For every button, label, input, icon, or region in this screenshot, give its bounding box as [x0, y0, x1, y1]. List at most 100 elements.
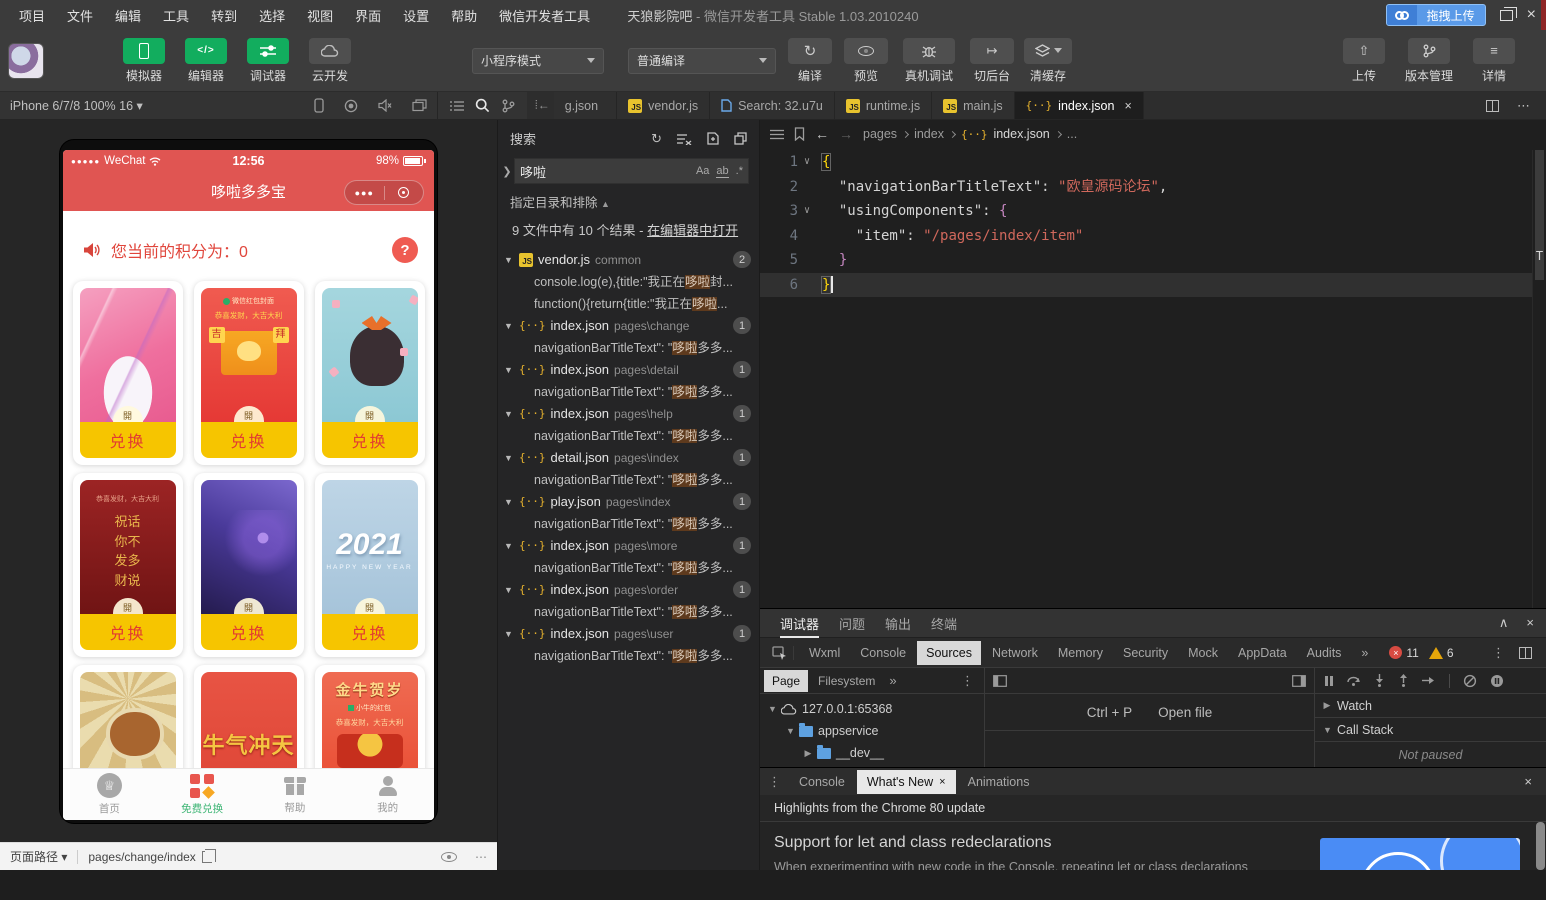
more-icon[interactable]: ⋯ [475, 850, 487, 864]
tree-item-dev[interactable]: ▶ __dev__ [760, 742, 984, 764]
fold-icon[interactable]: ∨ [804, 199, 822, 224]
close-panel-icon[interactable]: × [1526, 615, 1534, 631]
record-icon[interactable] [344, 99, 358, 113]
drawer-tab-console[interactable]: Console [789, 770, 855, 794]
remote-debug-button[interactable]: 真机调试 [898, 37, 960, 84]
tab-help[interactable]: 帮助 [249, 769, 342, 820]
call-stack-section[interactable]: ▼ Call Stack [1315, 718, 1546, 742]
result-match-line[interactable]: navigationBarTitleText": "哆啦多多... [498, 645, 759, 667]
step-out-icon[interactable] [1398, 674, 1409, 687]
result-file-row[interactable]: ▼ {··} index.json pages\change 1 [498, 315, 759, 337]
capsule-close-icon[interactable] [385, 187, 424, 198]
copy-icon[interactable] [201, 848, 216, 863]
window-close-button[interactable]: × [1527, 7, 1536, 23]
upload-button[interactable]: ⇧ 上传 [1340, 37, 1388, 84]
cover-card[interactable]: 開 兑换 [72, 281, 183, 465]
clear-results-icon[interactable] [677, 133, 692, 145]
match-case-toggle[interactable]: Aa [696, 165, 709, 177]
close-tab-icon[interactable]: × [939, 776, 945, 788]
result-match-line[interactable]: console.log(e),{title:"我正在哆啦封... [498, 271, 759, 293]
breadcrumb-index[interactable]: index [914, 127, 944, 141]
open-file-label[interactable]: Open file [1158, 705, 1212, 720]
devtools-menu-icon[interactable]: ⋮ [1492, 645, 1505, 661]
mute-icon[interactable] [378, 99, 392, 112]
devtab-mock[interactable]: Mock [1179, 641, 1227, 665]
tab-scroll-left-icon[interactable]: ⦙← [527, 92, 554, 119]
cover-card[interactable]: 開 兑换 [193, 473, 304, 657]
redeem-button[interactable]: 兑换 [79, 422, 176, 458]
refresh-icon[interactable]: ↻ [651, 131, 662, 147]
menu-settings[interactable]: 设置 [394, 3, 438, 28]
cover-card[interactable]: 開 兑换 [314, 281, 425, 465]
tree-item-origin[interactable]: ▼ 127.0.0.1:65368 [760, 698, 984, 720]
capsule-more-icon[interactable]: ●●● [345, 188, 384, 198]
cover-card[interactable]: 微信红包封面 恭喜发财，大吉大利 吉 拜 開 兑换 [193, 281, 304, 465]
search-input-box[interactable]: Aa ab .* [514, 158, 749, 184]
search-input[interactable] [520, 163, 600, 179]
result-file-row[interactable]: ▼ {··} play.json pages\index 1 [498, 491, 759, 513]
details-button[interactable]: ≡ 详情 [1470, 37, 1518, 84]
warning-count[interactable]: 6 [1428, 646, 1454, 660]
devtab-appdata[interactable]: AppData [1229, 641, 1296, 665]
close-tab-icon[interactable]: × [1124, 99, 1131, 113]
devtab-security[interactable]: Security [1114, 641, 1177, 665]
menu-tools[interactable]: 工具 [154, 3, 198, 28]
devtab-memory[interactable]: Memory [1049, 641, 1112, 665]
error-count[interactable]: × 11 [1389, 646, 1419, 660]
tab-vendor-js[interactable]: JS vendor.js [617, 92, 711, 119]
result-file-row[interactable]: ▼ {··} detail.json pages\index 1 [498, 447, 759, 469]
redeem-button[interactable]: 兑换 [200, 614, 297, 650]
redeem-button[interactable]: 兑换 [79, 614, 176, 650]
result-match-line[interactable]: navigationBarTitleText": "哆啦多多... [498, 557, 759, 579]
devtab-network[interactable]: Network [983, 641, 1047, 665]
close-drawer-icon[interactable]: × [1524, 774, 1538, 789]
result-file-row[interactable]: ▼ {··} index.json pages\user 1 [498, 623, 759, 645]
nav-tabs-overflow[interactable]: » [885, 673, 900, 688]
result-file-row[interactable]: ▼ {··} index.json pages\more 1 [498, 535, 759, 557]
cover-card[interactable]: 2021 HAPPY NEW YEAR 開 兑换 [314, 473, 425, 657]
nav-menu-icon[interactable]: ⋮ [961, 673, 980, 689]
menu-project[interactable]: 项目 [10, 3, 54, 28]
rotate-device-icon[interactable] [314, 98, 324, 113]
expand-replace-icon[interactable]: ❯ [500, 165, 514, 178]
result-file-row[interactable]: ▼ {··} index.json pages\help 1 [498, 403, 759, 425]
outline-list-icon[interactable] [449, 100, 464, 112]
cloud-dev-button[interactable]: 云开发 [306, 37, 354, 84]
devtab-sources[interactable]: Sources [917, 640, 981, 665]
page-path-selector[interactable]: 页面路径 ▾ [10, 848, 67, 865]
result-match-line[interactable]: function(){return{title:"我正在哆啦... [498, 293, 759, 315]
tab-home[interactable]: ♕ 首页 [63, 769, 156, 820]
menu-select[interactable]: 选择 [250, 3, 294, 28]
outline-icon[interactable] [770, 129, 784, 140]
regex-toggle[interactable]: .* [736, 165, 743, 177]
back-icon[interactable]: ← [815, 126, 829, 142]
collapse-all-icon[interactable] [734, 131, 747, 145]
pause-on-exceptions-icon[interactable] [1490, 674, 1504, 688]
device-selector[interactable]: iPhone 6/7/8 100% 16 ▾ [10, 98, 143, 113]
result-file-row[interactable]: ▼ {··} index.json pages\order 1 [498, 579, 759, 601]
devtab-console[interactable]: Console [851, 641, 915, 665]
menu-devtools[interactable]: 微信开发者工具 [490, 3, 599, 28]
tab-main-js[interactable]: JS main.js [932, 92, 1015, 119]
tab-free-redeem[interactable]: 免费兑换 [156, 769, 249, 820]
background-switch-button[interactable]: ↦ 切后台 [968, 37, 1016, 84]
search-icon[interactable] [475, 98, 490, 113]
nav-tab-filesystem[interactable]: Filesystem [810, 670, 883, 692]
result-match-line[interactable]: navigationBarTitleText": "哆啦多多... [498, 469, 759, 491]
watch-section[interactable]: ▶ Watch [1315, 694, 1546, 718]
clear-cache-button[interactable]: 清缓存 [1024, 37, 1072, 84]
result-match-line[interactable]: navigationBarTitleText": "哆啦多多... [498, 601, 759, 623]
result-match-line[interactable]: navigationBarTitleText": "哆啦多多... [498, 337, 759, 359]
multi-window-icon[interactable] [412, 99, 427, 112]
compile-button[interactable]: ↻ 编译 [786, 37, 834, 84]
redeem-button[interactable]: 兑换 [321, 614, 418, 650]
tab-problems[interactable]: 问题 [831, 610, 873, 637]
tab-debugger[interactable]: 调试器 [772, 610, 827, 638]
breadcrumb-file[interactable]: index.json [993, 127, 1049, 141]
menu-edit[interactable]: 编辑 [106, 3, 150, 28]
breadcrumb-more[interactable]: ... [1067, 127, 1077, 141]
devtabs-overflow[interactable]: » [1352, 641, 1377, 665]
drawer-tab-animations[interactable]: Animations [958, 770, 1040, 794]
fold-icon[interactable]: ∨ [804, 150, 822, 175]
editor-toggle-button[interactable]: </> 编辑器 [182, 37, 230, 84]
